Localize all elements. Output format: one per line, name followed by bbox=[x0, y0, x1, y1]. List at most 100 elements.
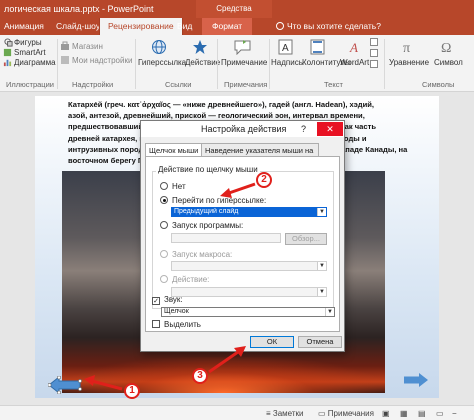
option-run-program[interactable]: Запуск программы: bbox=[160, 221, 243, 230]
highlight-checkbox-row[interactable]: Выделить bbox=[152, 320, 201, 329]
shapes-button[interactable]: Фигуры bbox=[14, 38, 42, 47]
object-action-select: ▼ bbox=[171, 287, 327, 297]
shapes-icon bbox=[4, 38, 13, 47]
dialog-titlebar: Настройка действия ? ✕ bbox=[141, 121, 344, 137]
reading-view-icon[interactable]: ▤ bbox=[418, 409, 426, 418]
comments-toggle[interactable]: ▭ Примечания bbox=[318, 409, 374, 418]
radio-none[interactable] bbox=[160, 182, 168, 190]
mouse-click-panel: Нет Перейти по гиперссылке: Предыдущий с… bbox=[145, 156, 340, 332]
sound-checkbox[interactable]: ✓ bbox=[152, 297, 160, 305]
cancel-button[interactable]: Отмена bbox=[298, 336, 342, 348]
equation-button[interactable]: Уравнение bbox=[389, 58, 429, 67]
svg-text:A: A bbox=[349, 40, 358, 55]
tab-mouse-click[interactable]: Щелчок мыши bbox=[145, 143, 203, 157]
group-symbols: Символы bbox=[422, 80, 455, 89]
tab-review[interactable]: Рецензирование bbox=[99, 18, 183, 35]
option-run-macro: Запуск макроса: bbox=[160, 250, 232, 259]
lightbulb-icon bbox=[276, 22, 284, 30]
hyperlink-target-select[interactable]: Предыдущий слайд ▼ bbox=[171, 207, 327, 217]
smartart-button[interactable]: SmartArt bbox=[14, 48, 46, 57]
wordart-button[interactable]: WordArt bbox=[340, 58, 369, 67]
dialog-title: Настройка действия bbox=[201, 124, 287, 134]
symbol-button[interactable]: Символ bbox=[434, 58, 463, 67]
group-comments: Примечания bbox=[224, 80, 268, 89]
slideshow-icon[interactable]: ▭ bbox=[436, 409, 444, 418]
header-footer-icon bbox=[310, 39, 325, 55]
radio-object-action bbox=[160, 275, 168, 283]
browse-button[interactable]: Обзор... bbox=[285, 233, 327, 245]
context-tab-group: Средства рисования bbox=[196, 0, 272, 31]
callout-badge-1: 1 bbox=[124, 383, 140, 399]
action-star-icon bbox=[193, 40, 207, 54]
group-links: Ссылки bbox=[165, 80, 192, 89]
svg-text:A: A bbox=[282, 43, 289, 54]
ribbon: Фигуры SmartArt Диаграмма Иллюстрации Ма… bbox=[0, 35, 474, 92]
macro-select: ▼ bbox=[171, 261, 327, 271]
chart-button[interactable]: Диаграмма bbox=[14, 58, 56, 67]
tab-format[interactable]: Формат bbox=[202, 18, 253, 35]
tab-view[interactable]: Вид bbox=[177, 18, 192, 35]
textbox-button[interactable]: Надпись bbox=[271, 58, 303, 67]
group-text: Текст bbox=[324, 80, 343, 89]
comment-icon bbox=[234, 40, 251, 55]
lava-glow bbox=[62, 357, 385, 393]
symbol-omega-icon: Ω bbox=[441, 41, 451, 55]
tell-me-search[interactable]: Что вы хотите сделать? bbox=[276, 18, 381, 35]
group-legend: Действие по щелчку мыши bbox=[156, 165, 260, 174]
chevron-down-icon: ▼ bbox=[325, 308, 334, 316]
tab-animations[interactable]: Анимация bbox=[4, 18, 44, 35]
radio-hyperlink[interactable] bbox=[160, 196, 168, 204]
chart-icon bbox=[3, 59, 12, 67]
help-button[interactable]: ? bbox=[301, 124, 306, 134]
group-divider bbox=[135, 39, 136, 89]
notes-toggle[interactable]: ≡ Заметки bbox=[266, 409, 304, 418]
program-path-field bbox=[171, 233, 281, 243]
action-button[interactable]: Действие bbox=[185, 58, 220, 67]
option-none[interactable]: Нет bbox=[160, 182, 186, 191]
normal-view-icon[interactable]: ▣ bbox=[382, 409, 390, 418]
window-title: логическая шкала.pptx - PowerPoint bbox=[4, 4, 154, 14]
slide-sorter-icon[interactable]: ▦ bbox=[400, 409, 408, 418]
sound-select[interactable]: Щелчок ▼ bbox=[161, 307, 335, 317]
highlight-checkbox[interactable] bbox=[152, 320, 160, 328]
svg-text:Ω: Ω bbox=[441, 41, 451, 55]
chevron-down-icon: ▼ bbox=[317, 208, 326, 216]
store-icon bbox=[61, 41, 69, 50]
group-divider bbox=[217, 39, 218, 89]
callout-badge-3: 3 bbox=[192, 368, 208, 384]
ok-button[interactable]: ОК bbox=[250, 336, 294, 348]
chevron-down-icon: ▼ bbox=[317, 288, 326, 296]
option-hyperlink[interactable]: Перейти по гиперссылке: bbox=[160, 196, 266, 205]
comment-button[interactable]: Примечание bbox=[221, 58, 267, 67]
globe-icon bbox=[152, 40, 166, 54]
textbox-icon: A bbox=[278, 39, 293, 55]
addins-icon bbox=[61, 56, 69, 64]
tab-mouse-over[interactable]: Наведение указателя мыши на bbox=[201, 143, 319, 157]
close-button[interactable]: ✕ bbox=[317, 122, 343, 136]
action-settings-dialog: Настройка действия ? ✕ Щелчок мыши Навед… bbox=[140, 120, 345, 352]
group-divider bbox=[269, 39, 270, 89]
slide-number-icon bbox=[370, 49, 378, 57]
notes-icon: ≡ bbox=[266, 409, 273, 418]
status-bar: ≡ Заметки ▭ Примечания ▣ ▦ ▤ ▭ − bbox=[0, 405, 474, 420]
equation-pi-icon: π bbox=[403, 41, 410, 55]
svg-text:π: π bbox=[403, 41, 410, 55]
slide-text-line: Катархе́й (греч. κατ᾽ἀρχαῖος — «ниже дре… bbox=[68, 100, 375, 109]
forward-arrow-shape[interactable] bbox=[403, 372, 429, 388]
radio-run-program[interactable] bbox=[160, 221, 168, 229]
back-arrow-shape[interactable] bbox=[48, 376, 82, 394]
store-button[interactable]: Магазин bbox=[72, 42, 103, 51]
my-addins-button[interactable]: Мои надстройки bbox=[72, 56, 132, 65]
group-addins: Надстройки bbox=[72, 80, 114, 89]
zoom-out-icon[interactable]: − bbox=[452, 409, 457, 418]
group-divider bbox=[384, 39, 385, 89]
wordart-icon: A bbox=[349, 40, 358, 55]
hyperlink-button[interactable]: Гиперссылка bbox=[138, 58, 186, 67]
object-icon bbox=[370, 60, 378, 68]
radio-run-macro bbox=[160, 250, 168, 258]
tab-slideshow[interactable]: Слайд-шоу bbox=[56, 18, 100, 35]
option-object-action: Действие: bbox=[160, 275, 209, 284]
chevron-down-icon: ▼ bbox=[317, 262, 326, 270]
sound-checkbox-row[interactable]: ✓ Звук: bbox=[152, 295, 183, 305]
group-divider bbox=[57, 39, 58, 89]
